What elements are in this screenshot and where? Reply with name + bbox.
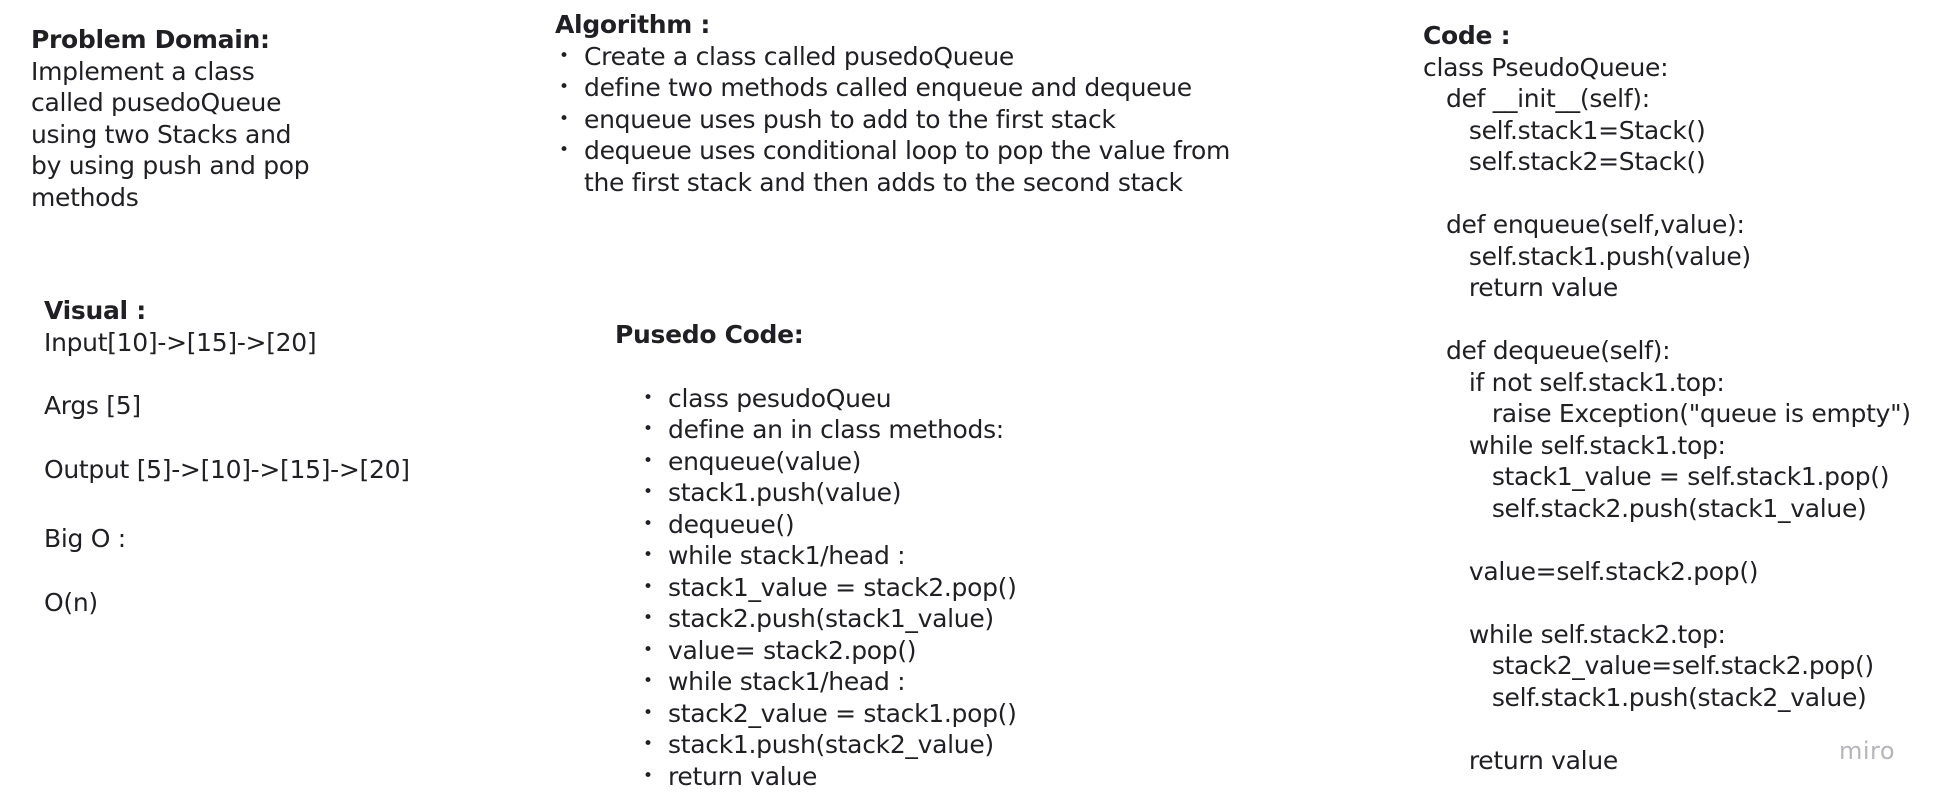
code-line [1423, 587, 1938, 619]
pseudo-code-item: while stack1/head : [639, 666, 1175, 698]
code-line: raise Exception("queue is empty") [1423, 399, 1911, 428]
code-line: return value [1423, 273, 1618, 302]
code-heading: Code : [1423, 21, 1511, 50]
code-line: while self.stack1.top: [1423, 430, 1726, 460]
code-line [1423, 524, 1938, 556]
code-line: value=self.stack2.pop() [1423, 556, 1759, 586]
pseudo-code-item: dequeue() [639, 509, 1175, 541]
visual-heading: Visual : [44, 296, 146, 325]
code-line: stack1_value = self.stack1.pop() [1423, 462, 1890, 491]
algorithm-item: define two methods called enqueue and de… [555, 72, 1300, 104]
big-o-label: Big O : [44, 524, 126, 553]
pseudo-code-section: Pusedo Code: class pesudoQueu define an … [615, 319, 1175, 792]
algorithm-item: Create a class called pusedoQueue [555, 41, 1300, 73]
algorithm-heading: Algorithm : [555, 10, 711, 39]
big-o-value: O(n) [44, 587, 98, 617]
code-line: self.stack1.push(value) [1423, 241, 1751, 271]
pseudo-code-item: return value [639, 761, 1175, 793]
pseudo-code-item: stack2.push(stack1_value) [639, 603, 1175, 635]
code-line: class PseudoQueue: [1423, 52, 1669, 82]
problem-domain-heading: Problem Domain: [31, 25, 270, 54]
pseudo-code-item: class pesudoQueu [639, 383, 1175, 415]
code-section: Code : class PseudoQueue: def __init__(s… [1423, 20, 1938, 776]
problem-domain-line: using two Stacks and [31, 119, 292, 149]
algorithm-item: enqueue uses push to add to the first st… [555, 104, 1300, 136]
pseudo-code-item: stack1.push(value) [639, 477, 1175, 509]
problem-domain-line: Implement a class [31, 56, 255, 86]
visual-output: Output [5]->[10]->[15]->[20] [44, 454, 410, 484]
visual-args: Args [5] [44, 391, 141, 420]
miro-watermark-logo: miro [1839, 737, 1896, 765]
visual-section: Visual : Input[10]->[15]->[20] Args [5] … [44, 295, 504, 618]
visual-input: Input[10]->[15]->[20] [44, 327, 317, 357]
algorithm-item: dequeue uses conditional loop to pop the… [555, 135, 1259, 198]
code-line [1423, 178, 1938, 210]
code-line: while self.stack2.top: [1423, 619, 1726, 649]
pseudo-code-item: stack2_value = stack1.pop() [639, 698, 1175, 730]
code-line: if not self.stack1.top: [1423, 367, 1725, 397]
code-line: self.stack2.push(stack1_value) [1423, 493, 1867, 523]
pseudo-code-list: class pesudoQueu define an in class meth… [639, 383, 1175, 793]
problem-domain-line: called pusedoQueue [31, 88, 282, 117]
pseudo-code-item: define an in class methods: [639, 414, 1175, 446]
pseudo-code-item: enqueue(value) [639, 446, 1175, 478]
pseudo-code-item: stack1_value = stack2.pop() [639, 572, 1175, 604]
code-line: self.stack1.push(stack2_value) [1423, 682, 1867, 712]
code-line [1423, 304, 1938, 336]
code-line: def dequeue(self): [1423, 336, 1671, 365]
pseudo-code-heading: Pusedo Code: [615, 320, 804, 349]
code-line: self.stack2=Stack() [1423, 147, 1706, 176]
algorithm-list: Create a class called pusedoQueue define… [555, 41, 1300, 199]
algorithm-section: Algorithm : Create a class called pusedo… [555, 9, 1300, 198]
code-line: def enqueue(self,value): [1423, 210, 1745, 239]
pseudo-code-item: stack1.push(stack2_value) [639, 729, 1175, 761]
code-line: stack2_value=self.stack2.pop() [1423, 651, 1874, 680]
code-line: def __init__(self): [1423, 84, 1650, 113]
code-line: self.stack1=Stack() [1423, 115, 1706, 145]
problem-domain-line: by using push and pop [31, 151, 310, 180]
pseudo-code-item: value= stack2.pop() [639, 635, 1175, 667]
problem-domain-line: methods [31, 182, 139, 212]
problem-domain-section: Problem Domain: Implement a class called… [31, 24, 391, 213]
pseudo-code-item: while stack1/head : [639, 540, 1175, 572]
